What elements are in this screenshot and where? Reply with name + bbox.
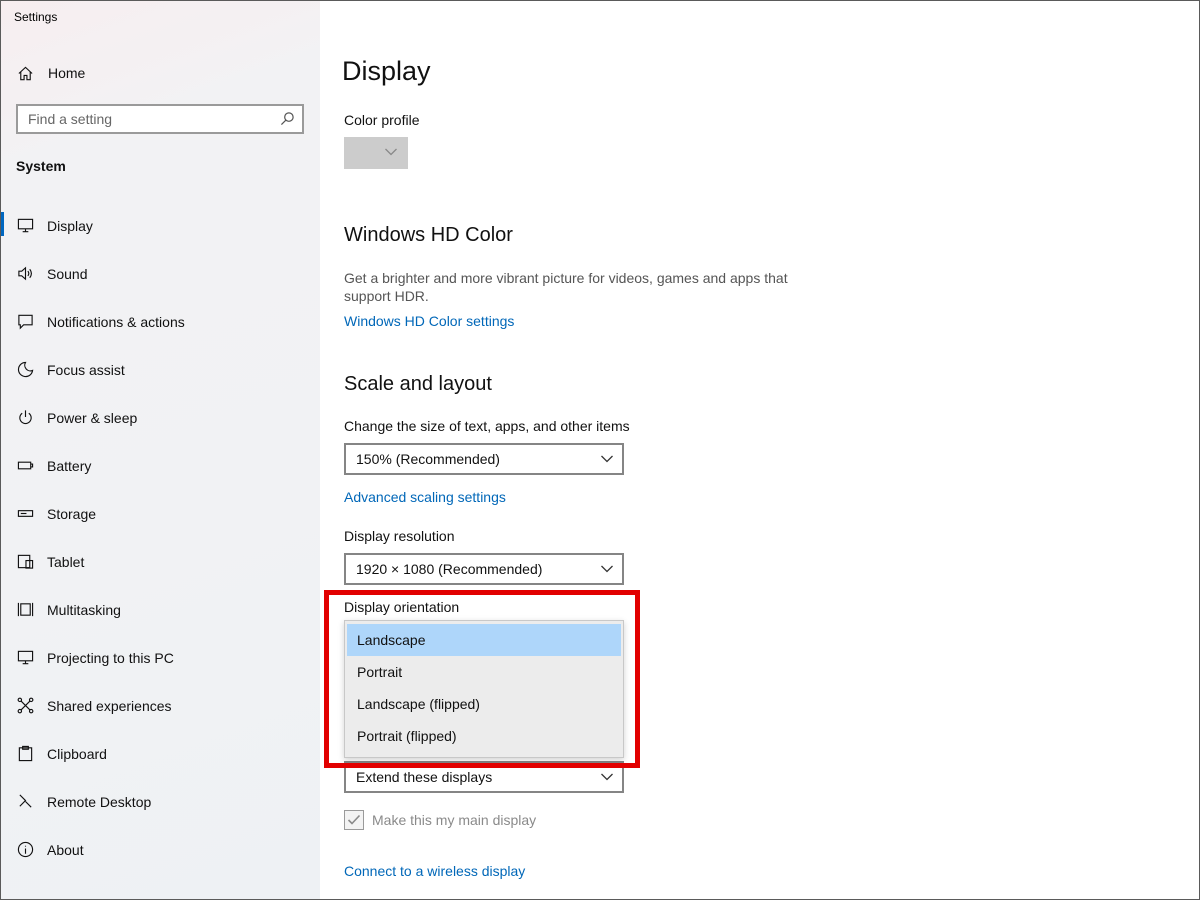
sidebar-item-focus-assist[interactable]: Focus assist (0, 352, 320, 400)
multiple-displays-value: Extend these displays (356, 769, 493, 785)
sidebar-item-label: Clipboard (47, 746, 107, 762)
color-profile-dropdown[interactable] (344, 137, 408, 169)
remote-desktop-icon (16, 792, 34, 810)
chevron-down-icon (601, 773, 613, 781)
sidebar: Settings Home System Display Sound (0, 0, 320, 900)
chevron-down-icon (601, 455, 613, 463)
sidebar-item-label: Tablet (47, 554, 85, 570)
orientation-option-portrait[interactable]: Portrait (347, 656, 621, 688)
power-icon (16, 408, 34, 426)
moon-icon (16, 360, 34, 378)
resolution-value: 1920 × 1080 (Recommended) (356, 561, 543, 577)
sidebar-item-label: Remote Desktop (47, 794, 152, 810)
orientation-dropdown-list: Landscape Portrait Landscape (flipped) P… (344, 620, 624, 758)
storage-icon (16, 504, 34, 522)
home-icon (16, 64, 34, 82)
sidebar-item-power-sleep[interactable]: Power & sleep (0, 400, 320, 448)
advanced-scaling-link[interactable]: Advanced scaling settings (344, 489, 506, 505)
checkmark-icon (347, 814, 361, 825)
orientation-option-landscape[interactable]: Landscape (347, 624, 621, 656)
sidebar-item-remote-desktop[interactable]: Remote Desktop (0, 784, 320, 832)
sidebar-item-label: Storage (47, 506, 97, 522)
speaker-icon (16, 264, 34, 282)
main-display-checkbox[interactable] (344, 810, 364, 830)
home-nav-item[interactable]: Home (0, 58, 320, 88)
clipboard-icon (16, 744, 34, 762)
chevron-down-icon (385, 148, 397, 156)
orientation-option-portrait-flipped[interactable]: Portrait (flipped) (347, 720, 621, 752)
sidebar-item-storage[interactable]: Storage (0, 496, 320, 544)
notification-icon (16, 312, 34, 330)
orientation-label: Display orientation (344, 599, 460, 615)
main-display-label: Make this my main display (372, 812, 537, 828)
sidebar-item-label: Battery (47, 458, 92, 474)
scale-dropdown[interactable]: 150% (Recommended) (344, 443, 624, 475)
nav-list: Display Sound Notifications & actions Fo… (0, 208, 320, 880)
sidebar-item-notifications[interactable]: Notifications & actions (0, 304, 320, 352)
resolution-label: Display resolution (344, 528, 455, 544)
size-label: Change the size of text, apps, and other… (344, 418, 630, 434)
sidebar-item-about[interactable]: About (0, 832, 320, 880)
chevron-down-icon (601, 565, 613, 573)
tablet-icon (16, 552, 34, 570)
sidebar-item-projecting[interactable]: Projecting to this PC (0, 640, 320, 688)
orientation-option-landscape-flipped[interactable]: Landscape (flipped) (347, 688, 621, 720)
sidebar-item-multitasking[interactable]: Multitasking (0, 592, 320, 640)
hd-color-description: Get a brighter and more vibrant picture … (344, 270, 788, 304)
page-title: Display (342, 56, 431, 86)
hd-color-settings-link[interactable]: Windows HD Color settings (344, 313, 514, 329)
home-label: Home (48, 65, 86, 81)
battery-icon (16, 456, 34, 474)
sidebar-item-shared-experiences[interactable]: Shared experiences (0, 688, 320, 736)
info-icon (16, 840, 34, 858)
sidebar-item-label: Notifications & actions (47, 314, 185, 330)
sidebar-item-label: Projecting to this PC (47, 650, 174, 666)
sidebar-item-clipboard[interactable]: Clipboard (0, 736, 320, 784)
resolution-dropdown[interactable]: 1920 × 1080 (Recommended) (344, 553, 624, 585)
sidebar-item-battery[interactable]: Battery (0, 448, 320, 496)
search-box[interactable] (16, 104, 304, 134)
search-input[interactable] (18, 106, 268, 132)
section-label-system: System (16, 158, 66, 174)
sidebar-item-display[interactable]: Display (0, 208, 320, 256)
main-content: Display Color profile Windows HD Color G… (320, 0, 1200, 900)
monitor-icon (16, 216, 34, 234)
sidebar-item-tablet[interactable]: Tablet (0, 544, 320, 592)
multiple-displays-dropdown[interactable]: Extend these displays (344, 761, 624, 793)
sidebar-item-label: Multitasking (47, 602, 121, 618)
wireless-display-link[interactable]: Connect to a wireless display (344, 863, 525, 879)
sidebar-item-label: Focus assist (47, 362, 125, 378)
color-profile-label: Color profile (344, 112, 420, 128)
sidebar-item-label: Sound (47, 266, 88, 282)
multitasking-icon (16, 600, 34, 618)
sidebar-item-label: Shared experiences (47, 698, 172, 714)
scale-layout-heading: Scale and layout (344, 373, 492, 395)
scale-value: 150% (Recommended) (356, 451, 500, 467)
shared-icon (16, 696, 34, 714)
sidebar-item-label: About (47, 842, 84, 858)
sidebar-item-label: Display (47, 218, 93, 234)
projecting-icon (16, 648, 34, 666)
hd-color-heading: Windows HD Color (344, 224, 513, 246)
search-icon[interactable] (280, 111, 296, 127)
app-title: Settings (14, 10, 58, 24)
sidebar-item-label: Power & sleep (47, 410, 138, 426)
sidebar-item-sound[interactable]: Sound (0, 256, 320, 304)
